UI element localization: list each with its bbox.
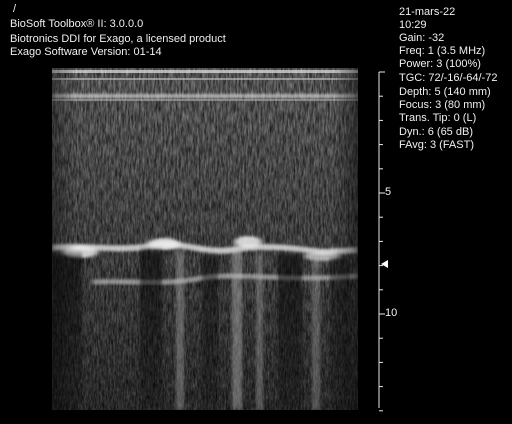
depth-label-10cm: 10: [385, 307, 398, 319]
power-value: Power: 3 (100%): [399, 58, 481, 70]
tgc-value: TGC: 72/-16/-64/-72: [399, 72, 498, 84]
gain-value: Gain: -32: [399, 32, 445, 44]
exam-time: 10:29: [399, 19, 427, 31]
depth-ticks: [379, 71, 385, 412]
dynamic-range-value: Dyn.: 6 (65 dB): [399, 126, 473, 138]
frame-average-value: FAvg: 3 (FAST): [399, 139, 474, 151]
license-line: Biotronics DDI for Exago, a licensed pro…: [10, 33, 226, 45]
trans-tip-value: Trans. Tip: 0 (L): [399, 112, 477, 124]
focus-value: Focus: 3 (80 mm): [399, 99, 486, 111]
focus-marker: [381, 260, 388, 268]
depth-label-5cm: 5: [385, 186, 392, 198]
ultrasound-image: [52, 68, 358, 410]
frequency-value: Freq: 1 (3.5 MHz): [399, 45, 486, 57]
product-version: BioSoft Toolbox® II: 3.0.0.0: [10, 18, 144, 30]
software-version: Exago Software Version: 01-14: [10, 46, 162, 58]
header-marker: /: [13, 3, 17, 15]
exam-date: 21-mars-22: [399, 6, 456, 18]
depth-value: Depth: 5 (140 mm): [399, 86, 491, 98]
